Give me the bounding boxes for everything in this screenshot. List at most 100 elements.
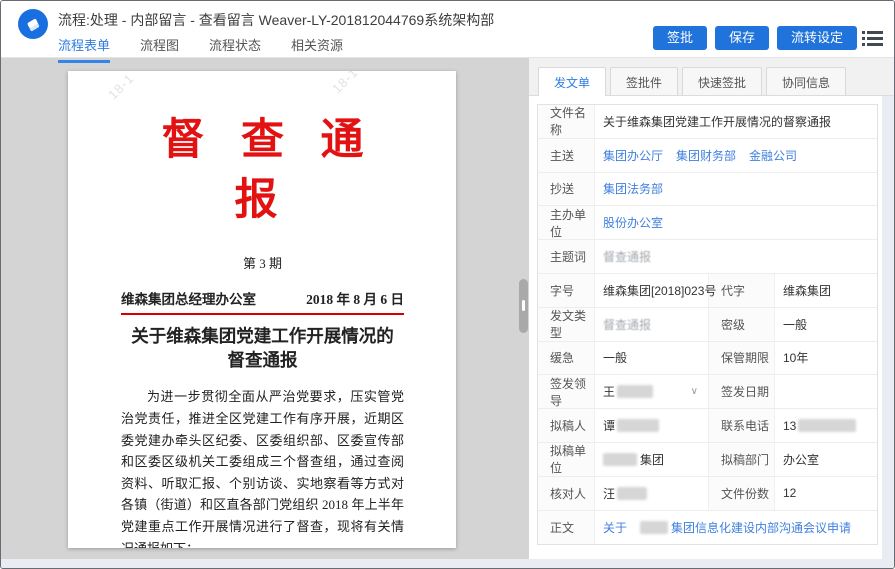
panel-tab-approval-doc[interactable]: 签批件 (610, 67, 679, 95)
field-value-contact-phone: 13 (774, 409, 877, 442)
vertical-scrollbar[interactable] (882, 96, 894, 559)
issuer-row: 维森集团总经理办公室 2018 年 8 月 6 日 (121, 288, 404, 308)
issuer-name: 维森集团总经理办公室 (121, 292, 256, 308)
form-row: 拟稿单位 集团 拟稿部门 办公室 (538, 442, 877, 477)
issue-number: 第 3 期 (242, 256, 282, 272)
document-title-line2: 督查通报 (227, 350, 298, 371)
field-value-retention-period: 10年 (774, 341, 877, 375)
document-preview-pane: 18-1 18-1 督 查 通 报 第 3 期 维森集团总经理办公室 2018 … (1, 58, 529, 559)
value-text: 12 (783, 486, 797, 501)
redacted-blur (603, 452, 637, 466)
value-link[interactable]: 集团办公厅 (603, 147, 663, 164)
main-tab-bar: 流程表单 流程图 流程状态 相关资源 (58, 35, 343, 63)
redacted-blur (640, 520, 669, 534)
field-label-drafter: 拟稿人 (538, 409, 594, 442)
field-label-doc-number: 字号 (538, 273, 594, 307)
field-value-drafter: 谭 (594, 409, 708, 442)
value-text: 汪 (603, 486, 616, 501)
field-value-security-level: 一般 (774, 307, 877, 341)
field-value-doc-number: 维森集团[2018]023号 (594, 273, 716, 307)
value-text: 办公室 (783, 452, 820, 467)
value-link[interactable]: 集团财务部 (676, 147, 736, 164)
redacted-blur (617, 486, 648, 500)
field-label-urgency: 缓急 (538, 341, 594, 375)
panel-tab-collaboration-info[interactable]: 协同信息 (766, 67, 847, 95)
field-value-file-name: 关于维森集团党建工作开展情况的督察通报 (594, 105, 877, 138)
field-value-checker: 汪 (594, 476, 708, 510)
value-text-faded: 督查通报 (603, 250, 652, 265)
field-value-issue-date (774, 375, 877, 409)
main-tab-related-resources[interactable]: 相关资源 (291, 35, 343, 63)
action-button-save[interactable]: 保存 (714, 26, 769, 50)
form-panel: 发文单 签批件 快速签批 协同信息 文件名称 关于维森集团党建工作开展情况的督察通报 主送… (529, 58, 894, 559)
field-value-copy-send: 集团法务部 (594, 172, 877, 206)
field-label-subject-words: 主题词 (538, 240, 594, 273)
value-text: 一般 (783, 317, 808, 332)
header: 流程:处理 - 内部留言 - 查看留言 Weaver-LY-2018120447… (1, 1, 894, 63)
panel-tab-dispatch-form[interactable]: 发文单 (538, 67, 607, 96)
field-label-security-level: 密级 (708, 307, 774, 341)
document-title: 关于维森集团党建工作开展情况的 督查通报 (121, 324, 404, 372)
main-tab-flow-status[interactable]: 流程状态 (209, 35, 261, 63)
field-label-dispatch-type: 发文类型 (538, 307, 594, 341)
paragraph: 为进一步贯彻全面从严治党要求，压实管党治党责任，推进全区党建工作有序开展，近期区… (121, 389, 404, 548)
form-row: 正文 关于 集团信息化建设内部沟通会议申请 (538, 510, 877, 545)
value-text-faded: 督查通报 (603, 317, 652, 332)
field-label-short-code: 代字 (708, 273, 774, 307)
field-value-urgency: 一般 (594, 341, 708, 375)
value-link[interactable]: 集团法务部 (603, 180, 663, 197)
value-text: 10年 (783, 351, 809, 366)
list-menu-icon[interactable] (861, 30, 885, 48)
issue-date: 2018 年 8 月 6 日 (306, 292, 404, 308)
field-value-body-text: 关于 集团信息化建设内部沟通会议申请 (594, 510, 877, 545)
field-label-file-name: 文件名称 (538, 105, 594, 138)
form-row: 核对人汪 文件份数 12 (538, 476, 877, 511)
content-area: 18-1 18-1 督 查 通 报 第 3 期 维森集团总经理办公室 2018 … (1, 58, 894, 559)
redacted-blur (798, 419, 857, 433)
dropdown-chevron-icon[interactable]: ∨ (691, 386, 698, 397)
field-value-draft-dept: 办公室 (774, 442, 877, 476)
form-row: 主送 集团办公厅 集团财务部 金融公司 (538, 138, 877, 173)
dispatch-form-table: 文件名称 关于维森集团党建工作开展情况的督察通报 主送 集团办公厅 集团财务部 金融公司抄… (537, 104, 878, 546)
value-link[interactable]: 关于 (603, 519, 627, 536)
field-value-issuing-leader: 王 ∨ (594, 375, 708, 409)
value-text: 维森集团 (783, 283, 832, 298)
value-link[interactable]: 集团信息化建设内部沟通会议申请 (671, 519, 851, 536)
panel-tab-quick-approve[interactable]: 快速签批 (682, 67, 763, 95)
form-row: 抄送 集团法务部 (538, 172, 877, 207)
main-tab-flow-chart[interactable]: 流程图 (140, 35, 179, 63)
horizontal-scrollbar[interactable] (1, 559, 894, 568)
action-button-sign-approve[interactable]: 签批 (652, 26, 707, 50)
redacted-blur (617, 419, 660, 433)
weaver-logo-icon (18, 9, 48, 39)
form-row: 主办单位 股份办公室 (538, 206, 877, 241)
field-label-main-send: 主送 (538, 138, 594, 172)
field-label-checker: 核对人 (538, 476, 594, 510)
field-label-issue-date: 签发日期 (708, 375, 774, 409)
document-title-line1: 关于维森集团党建工作开展情况的 (131, 326, 394, 347)
document-page: 18-1 18-1 督 查 通 报 第 3 期 维森集团总经理办公室 2018 … (68, 71, 456, 548)
action-button-group: 签批 保存 流转设定 (652, 26, 857, 50)
document-masthead: 督 查 通 报 (161, 117, 377, 225)
field-label-issuing-leader: 签发领导 (538, 375, 594, 409)
form-row: 拟稿人谭 联系电话 13 (538, 409, 877, 443)
field-label-host-unit: 主办单位 (538, 206, 594, 240)
panel-tab-bar: 发文单 签批件 快速签批 协同信息 (529, 58, 894, 96)
field-label-contact-phone: 联系电话 (708, 409, 774, 442)
field-value-dispatch-type: 督查通报 (594, 307, 708, 341)
value-text: 13 (783, 418, 797, 433)
form-row: 发文类型 督查通报 密级 一般 (538, 307, 877, 342)
main-tab-flow-form[interactable]: 流程表单 (58, 35, 111, 63)
action-button-flow-settings[interactable]: 流转设定 (776, 26, 857, 50)
pane-splitter-handle[interactable] (519, 279, 528, 333)
field-label-draft-dept: 拟稿部门 (708, 442, 774, 476)
value-text: 王 (603, 385, 616, 400)
value-link[interactable]: 金融公司 (749, 147, 797, 164)
page-title: 流程:处理 - 内部留言 - 查看留言 Weaver-LY-2018120447… (58, 12, 495, 28)
redacted-blur (617, 385, 654, 399)
value-link[interactable]: 股份办公室 (603, 214, 663, 231)
value-text: 集团 (640, 452, 665, 467)
field-label-draft-unit: 拟稿单位 (538, 442, 594, 476)
form-row: 主题词 督查通报 (538, 240, 877, 274)
document-body: 督 查 通 报 第 3 期 维森集团总经理办公室 2018 年 8 月 6 日 … (68, 71, 456, 548)
